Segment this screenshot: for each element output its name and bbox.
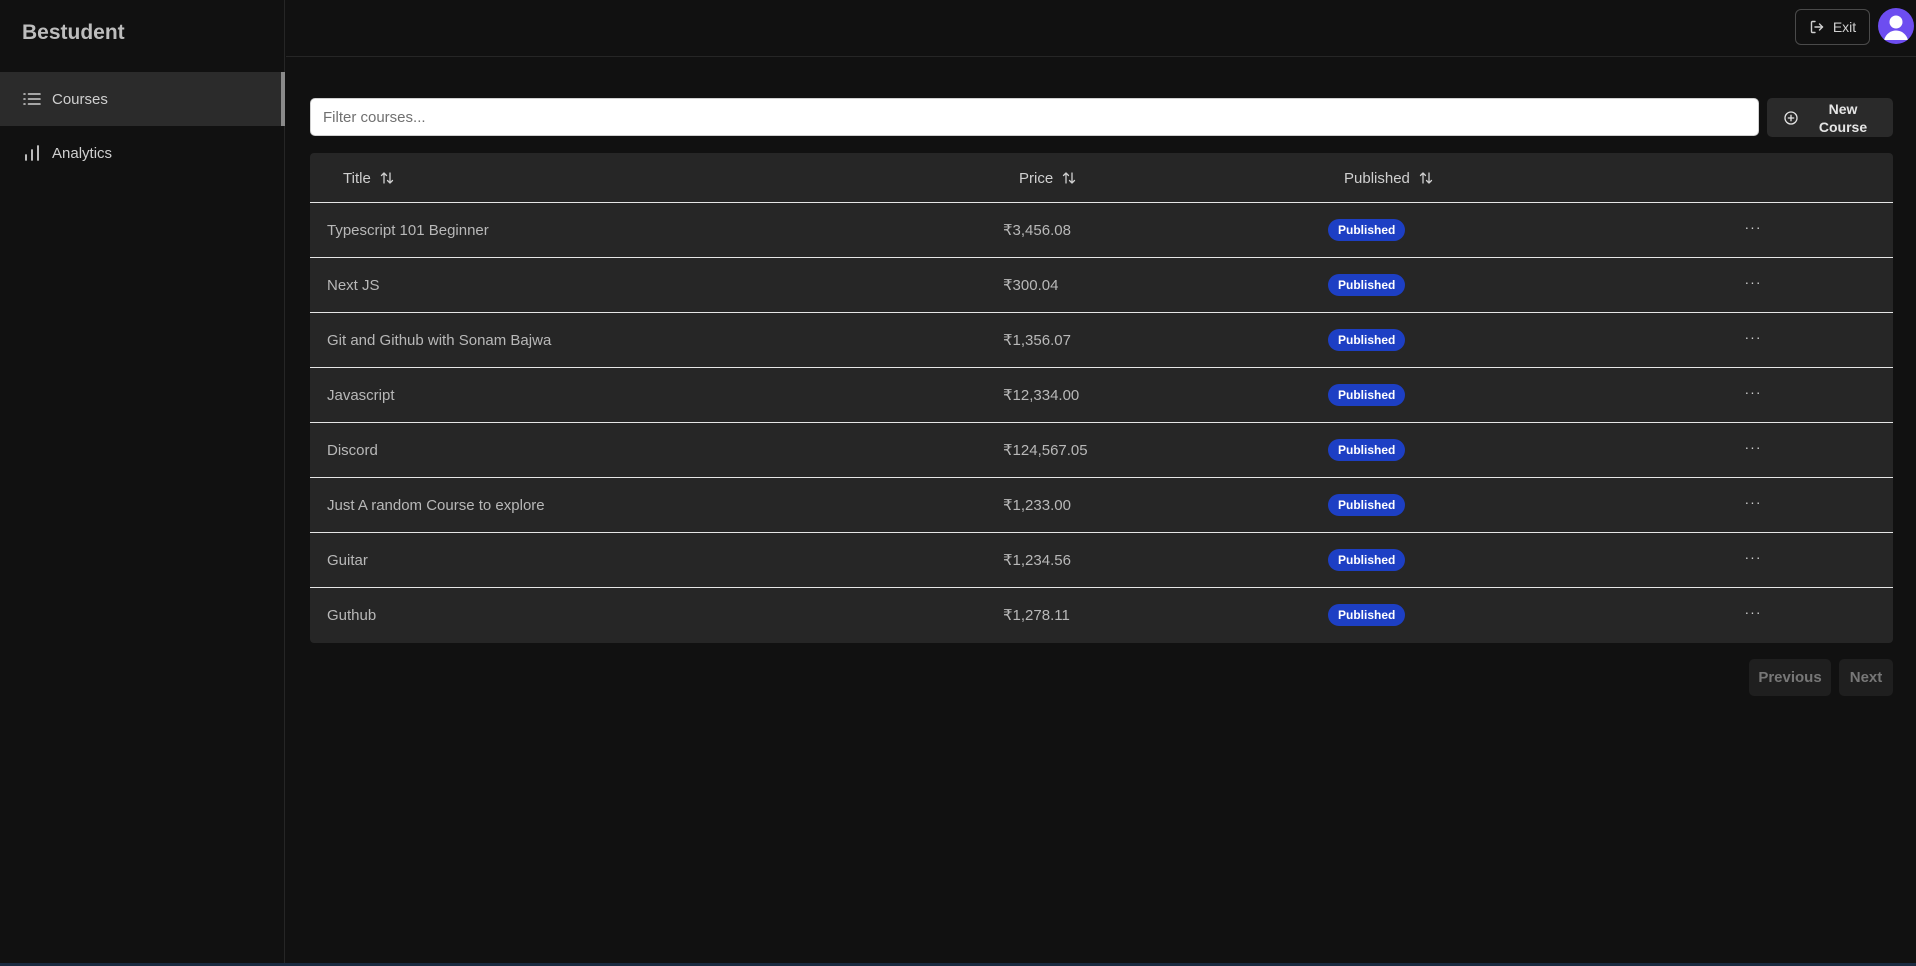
sort-arrows-icon [1061, 170, 1077, 186]
column-published-label: Published [1344, 169, 1410, 187]
row-actions-button[interactable]: ··· [1740, 326, 1766, 348]
sidebar-item-label: Analytics [52, 144, 113, 162]
next-page-button[interactable]: Next [1839, 659, 1893, 696]
topbar: Exit [286, 0, 1916, 57]
table-row: Next JS ₹300.04 Published ··· [310, 258, 1893, 313]
course-title: Typescript 101 Beginner [327, 221, 489, 239]
sidebar-item-analytics[interactable]: Analytics [0, 126, 285, 180]
new-course-label-line1: New [1828, 100, 1858, 117]
column-price-label: Price [1019, 169, 1054, 187]
user-icon [1884, 15, 1908, 40]
new-course-button[interactable]: New Course [1767, 98, 1893, 137]
course-price: ₹1,356.07 [1003, 332, 1071, 349]
course-title: Guthub [327, 606, 377, 624]
status-badge: Published [1328, 219, 1406, 241]
sort-arrows-icon [1418, 170, 1434, 186]
status-badge: Published [1328, 604, 1406, 626]
course-title: Git and Github with Sonam Bajwa [327, 331, 552, 349]
table-row: Git and Github with Sonam Bajwa ₹1,356.0… [310, 313, 1893, 368]
column-title-label: Title [343, 169, 371, 187]
row-actions-button[interactable]: ··· [1740, 491, 1766, 513]
status-badge: Published [1328, 329, 1406, 351]
course-title: Discord [327, 441, 378, 459]
course-price: ₹124,567.05 [1003, 442, 1088, 459]
new-course-label-line2: Course [1818, 118, 1868, 135]
row-actions-button[interactable]: ··· [1740, 271, 1766, 293]
column-header-price[interactable]: Price [1019, 153, 1077, 203]
sidebar-nav: Courses Analytics [0, 72, 285, 180]
course-price: ₹3,456.08 [1003, 222, 1071, 239]
sort-arrows-icon [379, 170, 395, 186]
course-title: Guitar [327, 551, 368, 569]
course-price: ₹12,334.00 [1003, 387, 1080, 404]
exit-button[interactable]: Exit [1795, 9, 1870, 45]
table-row: Just A random Course to explore ₹1,233.0… [310, 478, 1893, 533]
sidebar: Bestudent Courses Analytics [0, 0, 285, 966]
course-price: ₹300.04 [1003, 277, 1059, 294]
course-title: Javascript [327, 386, 395, 404]
brand-logo: Bestudent [22, 21, 125, 44]
plus-circle-icon [1783, 110, 1799, 126]
table-row: Discord ₹124,567.05 Published ··· [310, 423, 1893, 478]
user-avatar[interactable] [1878, 8, 1914, 44]
exit-label: Exit [1832, 19, 1857, 35]
course-price: ₹1,233.00 [1003, 497, 1071, 514]
table-row: Javascript ₹12,334.00 Published ··· [310, 368, 1893, 423]
column-header-published[interactable]: Published [1344, 153, 1434, 203]
column-header-title[interactable]: Title [343, 153, 395, 203]
sidebar-item-courses[interactable]: Courses [0, 72, 285, 126]
filter-courses-input[interactable] [310, 98, 1759, 136]
status-badge: Published [1328, 274, 1406, 296]
previous-page-button[interactable]: Previous [1749, 659, 1831, 696]
table-row: Typescript 101 Beginner ₹3,456.08 Publis… [310, 203, 1893, 258]
bar-chart-icon [22, 143, 42, 163]
courses-table: Title Price Published Typescript 101 Beg… [310, 153, 1893, 643]
course-price: ₹1,234.56 [1003, 552, 1071, 569]
table-header: Title Price Published [310, 153, 1893, 203]
log-out-icon [1809, 19, 1825, 35]
row-actions-button[interactable]: ··· [1740, 601, 1766, 623]
status-badge: Published [1328, 439, 1406, 461]
row-actions-button[interactable]: ··· [1740, 216, 1766, 238]
status-badge: Published [1328, 494, 1406, 516]
status-badge: Published [1328, 549, 1406, 571]
row-actions-button[interactable]: ··· [1740, 436, 1766, 458]
new-course-label: New Course [1799, 100, 1893, 136]
list-icon [22, 89, 42, 109]
course-price: ₹1,278.11 [1003, 607, 1070, 624]
row-actions-button[interactable]: ··· [1740, 381, 1766, 403]
course-title: Next JS [327, 276, 380, 294]
table-row: Guitar ₹1,234.56 Published ··· [310, 533, 1893, 588]
row-actions-button[interactable]: ··· [1740, 546, 1766, 568]
app-root: Bestudent Courses Analytics Exit Filter … [0, 0, 1916, 966]
table-row: Guthub ₹1,278.11 Published ··· [310, 588, 1893, 643]
sidebar-item-label: Courses [52, 90, 108, 108]
status-badge: Published [1328, 384, 1406, 406]
course-title: Just A random Course to explore [327, 496, 545, 514]
